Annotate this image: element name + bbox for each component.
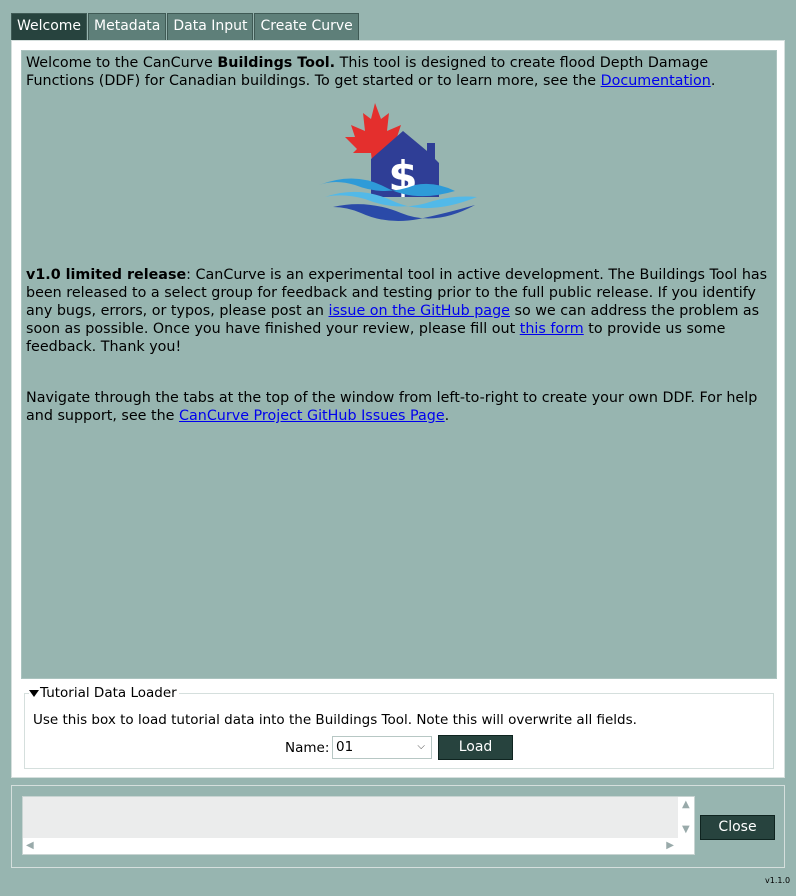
log-text-area[interactable]: ▲ ▼ ◀ ▶	[22, 796, 695, 855]
chevron-down-icon: ⌵	[417, 741, 425, 752]
intro-prefix: Welcome to the CanCurve	[26, 55, 218, 71]
name-label: Name:	[285, 740, 330, 756]
nav-end: .	[444, 408, 450, 424]
tab-welcome[interactable]: Welcome	[11, 13, 88, 40]
version-label: v1.1.0	[765, 876, 791, 885]
vertical-scrollbar[interactable]: ▲ ▼	[678, 797, 694, 838]
tab-bar: Welcome Metadata Data Input Create Curve	[11, 13, 360, 40]
selected-value: 01	[336, 739, 354, 755]
tutorial-name-select[interactable]: 01 ⌵	[332, 736, 432, 759]
release-paragraph: v1.0 limited release: CanCurve is an exp…	[26, 266, 776, 356]
issues-page-link[interactable]: CanCurve Project GitHub Issues Page	[179, 408, 445, 424]
tab-metadata[interactable]: Metadata	[88, 13, 167, 40]
scroll-down-icon[interactable]: ▼	[682, 825, 690, 835]
navigation-paragraph: Navigate through the tabs at the top of …	[26, 389, 776, 425]
tutorial-description: Use this box to load tutorial data into …	[33, 712, 637, 728]
tab-data-input[interactable]: Data Input	[167, 13, 254, 40]
intro-end: .	[710, 73, 716, 89]
tutorial-data-loader-group: Tutorial Data Loader Use this box to loa…	[24, 685, 774, 769]
close-button[interactable]: Close	[700, 815, 775, 840]
release-bold: v1.0 limited release	[26, 267, 187, 283]
welcome-panel: Welcome to the CanCurve Buildings Tool. …	[11, 40, 785, 778]
horizontal-scrollbar[interactable]: ◀ ▶	[23, 838, 678, 854]
scroll-left-icon[interactable]: ◀	[26, 841, 34, 851]
load-button[interactable]: Load	[438, 735, 513, 760]
scroll-up-icon[interactable]: ▲	[682, 800, 690, 810]
group-title-label: Tutorial Data Loader	[40, 685, 177, 701]
group-title[interactable]: Tutorial Data Loader	[29, 685, 179, 701]
intro-paragraph: Welcome to the CanCurve Buildings Tool. …	[26, 54, 776, 90]
scroll-right-icon[interactable]: ▶	[666, 841, 674, 851]
collapse-triangle-icon[interactable]	[29, 689, 39, 697]
welcome-text-browser[interactable]: Welcome to the CanCurve Buildings Tool. …	[21, 50, 777, 679]
log-content[interactable]	[23, 797, 678, 838]
tab-create-curve[interactable]: Create Curve	[254, 13, 359, 40]
cancurve-logo: $	[315, 101, 485, 227]
log-frame: ▲ ▼ ◀ ▶ Close	[11, 785, 785, 868]
intro-bold: Buildings Tool.	[217, 55, 336, 71]
github-issue-link[interactable]: issue on the GitHub page	[329, 303, 510, 319]
feedback-form-link[interactable]: this form	[520, 321, 584, 337]
documentation-link[interactable]: Documentation	[601, 73, 711, 89]
